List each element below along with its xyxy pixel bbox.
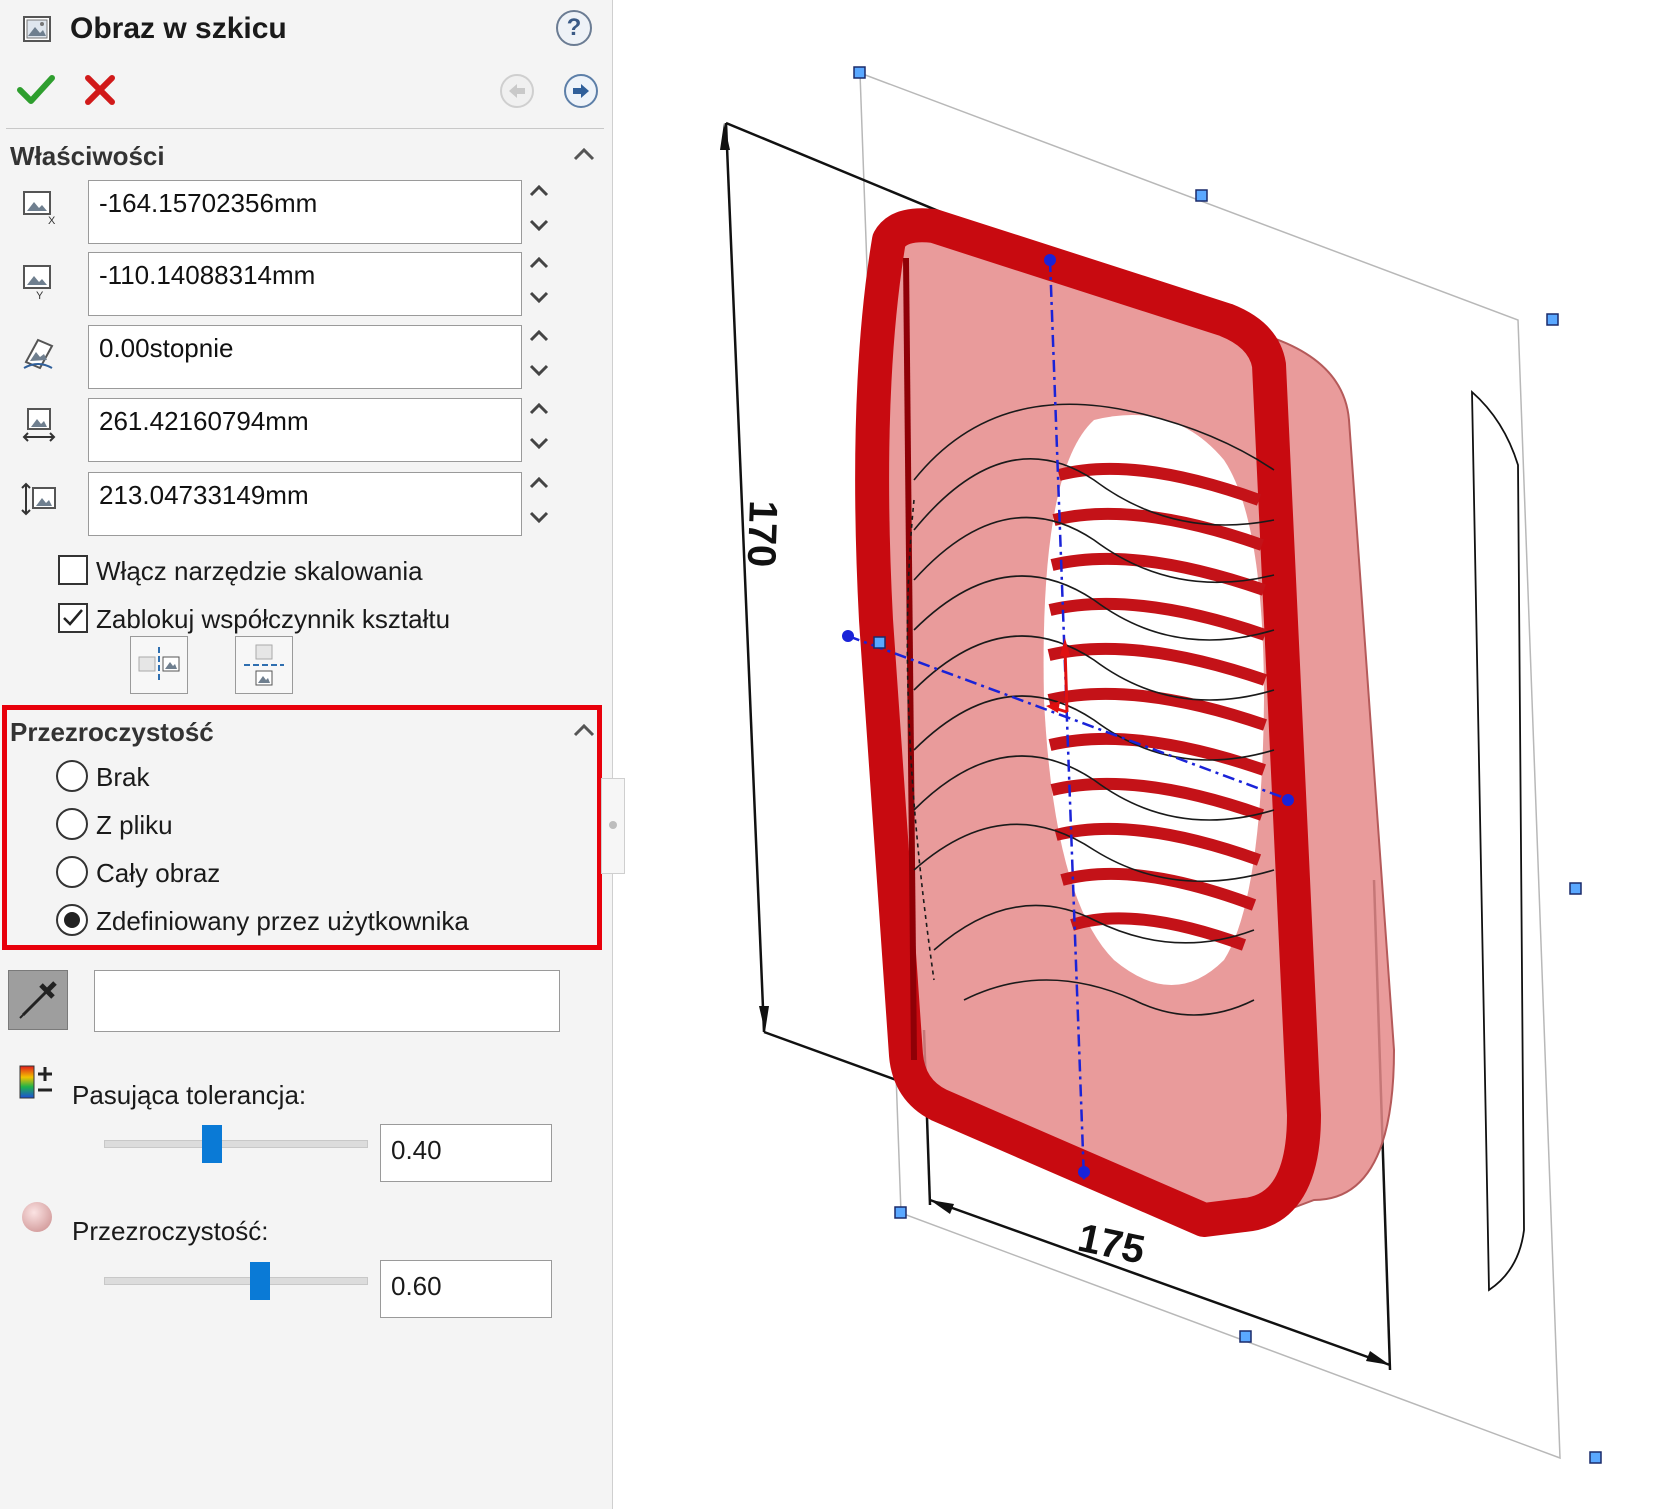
transparency-section-title: Przezroczystość [10,717,214,747]
position-y-icon: Y [23,265,51,300]
chevron-up-icon[interactable] [524,398,554,430]
position-y-input[interactable]: -110.14088314mm [88,252,522,316]
height-spinner[interactable] [524,472,554,536]
flip-horizontal-icon [138,647,180,683]
radio-none-label: Brak [96,762,150,792]
position-y-spinner[interactable] [524,252,554,316]
height-input[interactable]: 213.04733149mm [88,472,522,536]
radio-full-image[interactable] [56,856,88,888]
side-profile-sketch [1471,389,1525,1292]
chevron-up-icon[interactable] [524,325,554,357]
dimension-175-text: 175 [1074,1216,1148,1273]
radio-full-image-label: Cały obraz [96,858,221,888]
centerline-endpoint [842,630,854,642]
collapse-chevron-icon[interactable] [572,146,596,162]
width-icon [22,408,56,442]
chevron-down-icon[interactable] [524,284,554,316]
graphics-viewport[interactable]: 170 175 [614,0,1671,1509]
checkmark-icon [63,609,83,626]
enable-scaling-label: Włącz narzędzie skalowania [96,556,423,586]
angle-input[interactable]: 0.00stopnie [88,325,522,389]
angle-spinner[interactable] [524,325,554,389]
transparency-slider[interactable] [104,1262,368,1300]
transparency-sphere-icon [22,1202,52,1232]
chevron-up-icon[interactable] [524,180,554,212]
panel-header: Obraz w szkicu ? [18,8,598,52]
lock-aspect-checkbox[interactable] [58,603,88,633]
width-input[interactable]: 261.42160794mm [88,398,522,462]
chevron-down-icon[interactable] [524,357,554,389]
tolerance-slider-thumb[interactable] [202,1125,222,1163]
height-icon [21,482,56,516]
eyedropper-icon [19,981,57,1019]
position-x-input[interactable]: -164.15702356mm [88,180,522,244]
tolerance-value-input[interactable]: 0.40 [380,1124,552,1182]
dimension-170-text: 170 [739,500,785,568]
position-x-spinner[interactable] [524,180,554,244]
arrow-left-icon [509,84,525,98]
arrow-right-icon [573,84,589,98]
radio-from-file-label: Z pliku [96,810,173,840]
dimension-arrow [1366,1351,1390,1365]
radio-user-defined[interactable] [56,904,88,936]
help-icon[interactable]: ? [556,10,592,46]
flip-vertical-icon [244,644,284,686]
color-tolerance-icon [19,1065,52,1099]
centerline-endpoint [1078,1166,1090,1178]
centerline-endpoint [1044,254,1056,266]
width-spinner[interactable] [524,398,554,462]
radio-from-file[interactable] [56,808,88,840]
enable-scaling-checkbox[interactable] [58,555,88,585]
tolerance-label: Pasująca tolerancja: [72,1080,307,1110]
dimension-line-horizontal [929,1198,1391,1367]
properties-section-title: Właściwości [10,141,165,171]
radio-user-defined-label: Zdefiniowany przez użytkownika [96,906,469,936]
tolerance-slider[interactable] [104,1125,368,1163]
collapse-chevron-icon[interactable] [572,722,596,738]
previous-page-button[interactable] [500,74,534,108]
divider [6,128,604,129]
transparency-slider-thumb[interactable] [250,1262,270,1300]
action-bar [10,68,600,112]
flip-vertical-button[interactable] [235,636,293,694]
selected-color-swatch[interactable] [94,970,560,1032]
svg-text:Y: Y [36,290,44,300]
dimension-line-vertical [724,122,766,1033]
flip-horizontal-button[interactable] [130,636,188,694]
chevron-down-icon[interactable] [524,430,554,462]
radio-none[interactable] [56,760,88,792]
centerline-endpoint [1282,794,1294,806]
dimension-arrow [930,1200,954,1214]
cancel-x-icon[interactable] [78,68,122,112]
transparency-label: Przezroczystość: [72,1216,269,1246]
chevron-up-icon[interactable] [524,472,554,504]
property-manager-panel: Obraz w szkicu ? Właściwości X -164.1570… [0,0,613,1509]
eyedropper-button[interactable] [8,970,68,1030]
transparency-value-input[interactable]: 0.60 [380,1260,552,1318]
chevron-up-icon[interactable] [524,252,554,284]
chevron-down-icon[interactable] [524,212,554,244]
sketch-picture-icon [23,16,51,42]
lock-aspect-label: Zablokuj współczynnik kształtu [96,604,451,634]
position-x-icon: X [23,191,56,226]
chevron-down-icon[interactable] [524,504,554,536]
ok-checkmark-icon[interactable] [14,68,58,112]
origin-y-axis [1063,647,1069,713]
radio-selected-dot [64,912,80,928]
panel-title: Obraz w szkicu [70,12,287,45]
svg-text:X: X [48,215,56,226]
angle-icon [23,338,54,370]
next-page-button[interactable] [564,74,598,108]
